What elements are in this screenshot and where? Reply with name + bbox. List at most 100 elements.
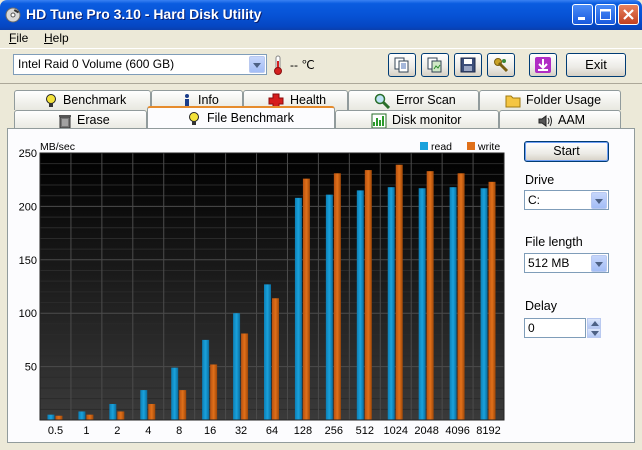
bar-read [264,284,271,420]
bar-write [179,390,187,420]
bar-write [272,298,279,420]
chevron-down-icon[interactable] [249,56,265,73]
trash-icon [59,115,71,129]
bar-read [325,194,333,420]
tab-file-benchmark-label: File Benchmark [207,111,294,125]
bar-write [148,403,156,420]
maximize-button[interactable] [595,4,616,25]
legend-label-read: read [431,141,452,153]
y-tick-label: 100 [19,308,37,320]
close-icon [623,9,634,20]
delay-input[interactable]: 0 [524,318,586,338]
x-tick-label: 2 [114,425,120,437]
app-icon [5,7,21,23]
exit-button[interactable]: Exit [566,53,626,77]
y-tick-label: 150 [19,255,37,267]
bar-write [55,415,63,420]
wrench-icon [494,58,509,73]
tab-folder-usage[interactable]: Folder Usage [479,90,621,110]
lightbulb-icon [46,94,56,107]
tab-error-scan[interactable]: Error Scan [348,90,479,110]
file-length-combo[interactable]: 512 MB [524,253,609,273]
close-button[interactable] [618,4,639,25]
options-button[interactable] [487,53,515,77]
tab-aam-label: AAM [558,113,586,127]
x-tick-label: 16 [204,425,216,437]
x-tick-label: 128 [294,425,312,437]
minimize-to-tray-button[interactable] [529,53,557,77]
arrow-down-small-icon [591,331,599,336]
drive-select-value: Intel Raid 0 Volume (600 GB) [18,57,175,71]
file-length-combo-value: 512 MB [528,256,570,270]
magnifier-icon [374,93,390,109]
drive-select[interactable]: Intel Raid 0 Volume (600 GB) [13,54,267,75]
tab-erase[interactable]: Erase [14,110,147,130]
bar-read [233,313,241,420]
drive-combo[interactable]: C: [524,190,609,210]
legend-swatch-write [467,142,475,150]
bar-read [480,188,488,420]
copy-icon [394,57,409,73]
drive-label: Drive [525,173,555,187]
bar-write [364,170,372,420]
tab-benchmark-label: Benchmark [63,93,127,107]
bar-read [387,187,395,420]
temperature-readout: -- ℃ [290,58,315,72]
minimize-button[interactable] [572,4,593,25]
file-length-label: File length [525,235,583,249]
tab-health-label: Health [290,93,327,107]
chevron-down-icon[interactable] [591,192,607,209]
tab-benchmark[interactable]: Benchmark [14,90,151,110]
tab-disk-monitor[interactable]: Disk monitor [335,110,499,130]
save-button[interactable] [454,53,482,77]
start-button[interactable]: Start [524,141,609,162]
menu-bar: File Help [0,30,642,48]
bar-read [356,190,364,420]
x-tick-label: 1024 [383,425,407,437]
x-tick-label: 1 [83,425,89,437]
speaker-icon [538,115,552,127]
tab-erase-label: Erase [77,113,110,127]
delay-up-button[interactable] [587,318,601,328]
monitor-chart-icon [371,113,387,129]
window-title: HD Tune Pro 3.10 - Hard Disk Utility [26,6,262,22]
tab-aam[interactable]: AAM [499,110,621,130]
bar-write [210,364,218,420]
chevron-down-icon[interactable] [591,255,607,272]
title-bar[interactable]: HD Tune Pro 3.10 - Hard Disk Utility [0,0,642,30]
save-icon [460,57,476,73]
x-tick-label: 0.5 [48,425,63,437]
bar-read [418,188,426,420]
x-tick-label: 4096 [445,425,469,437]
bar-write [302,178,310,420]
toolbar: Intel Raid 0 Volume (600 GB) -- ℃ Exit [0,48,642,84]
y-tick-label: 250 [19,148,37,160]
bar-write [241,333,249,420]
menu-help-label: elp [52,31,69,45]
bar-write [333,173,341,420]
x-tick-label: 512 [356,425,374,437]
menu-file-label: ile [16,31,29,45]
copy-screenshot-icon [427,57,442,73]
folder-icon [505,95,521,108]
arrow-up-icon [591,321,599,326]
x-tick-label: 32 [235,425,247,437]
tab-file-benchmark[interactable]: File Benchmark [147,106,335,128]
copy-screenshot-button[interactable] [421,53,449,77]
drive-combo-value: C: [528,193,540,207]
tab-error-scan-label: Error Scan [396,93,456,107]
bar-write [488,181,496,420]
arrow-down-icon [535,57,551,73]
menu-file[interactable]: File [9,31,28,45]
bar-read [449,187,457,420]
bar-write [457,173,465,420]
y-tick-label: 50 [25,362,37,374]
menu-help[interactable]: Help [44,31,69,45]
copy-info-button[interactable] [388,53,416,77]
bar-read [171,367,179,420]
delay-down-button[interactable] [587,328,601,338]
x-tick-label: 4 [145,425,151,437]
file-benchmark-icon [189,112,199,125]
x-tick-label: 256 [325,425,343,437]
maximize-icon [600,9,611,20]
